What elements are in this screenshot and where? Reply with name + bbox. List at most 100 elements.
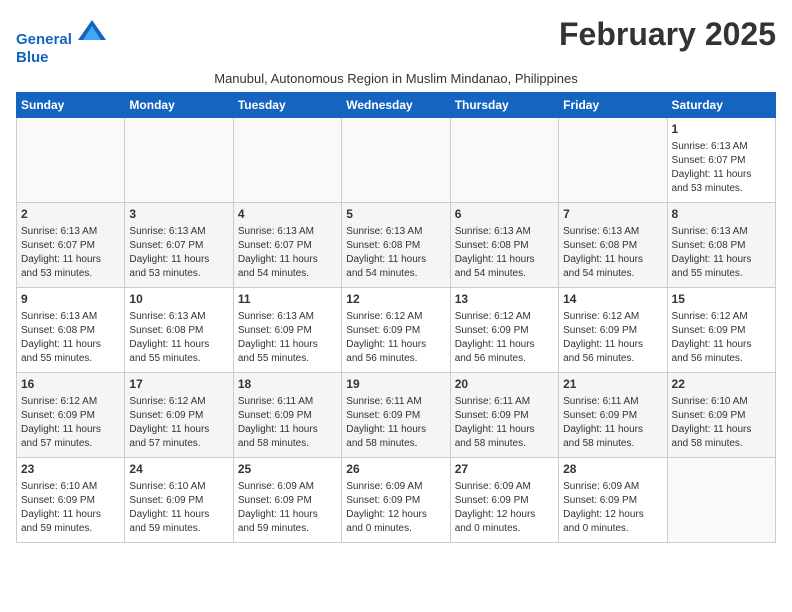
week-row-2: 2Sunrise: 6:13 AMSunset: 6:07 PMDaylight… xyxy=(17,203,776,288)
day-info: Sunrise: 6:13 AM xyxy=(672,225,771,239)
calendar-cell xyxy=(667,458,775,543)
day-info: Daylight: 12 hours xyxy=(455,508,554,522)
day-info: Sunrise: 6:13 AM xyxy=(21,225,120,239)
day-number: 14 xyxy=(563,291,662,308)
day-info: Sunrise: 6:13 AM xyxy=(672,140,771,154)
logo-text2: Blue xyxy=(16,49,106,67)
calendar-cell: 22Sunrise: 6:10 AMSunset: 6:09 PMDayligh… xyxy=(667,373,775,458)
logo: General Blue xyxy=(16,16,106,67)
week-row-4: 16Sunrise: 6:12 AMSunset: 6:09 PMDayligh… xyxy=(17,373,776,458)
day-number: 18 xyxy=(238,376,337,393)
day-info: Sunset: 6:08 PM xyxy=(346,239,445,253)
day-info: and 58 minutes. xyxy=(346,437,445,451)
day-info: and 0 minutes. xyxy=(455,522,554,536)
day-info: Sunrise: 6:09 AM xyxy=(455,480,554,494)
day-info: and 55 minutes. xyxy=(672,267,771,281)
calendar-cell: 14Sunrise: 6:12 AMSunset: 6:09 PMDayligh… xyxy=(559,288,667,373)
day-info: Sunset: 6:09 PM xyxy=(346,324,445,338)
day-info: Sunrise: 6:13 AM xyxy=(21,310,120,324)
calendar-cell: 15Sunrise: 6:12 AMSunset: 6:09 PMDayligh… xyxy=(667,288,775,373)
calendar-cell xyxy=(559,118,667,203)
day-number: 6 xyxy=(455,206,554,223)
day-info: Daylight: 11 hours xyxy=(672,423,771,437)
day-number: 12 xyxy=(346,291,445,308)
day-info: Sunset: 6:09 PM xyxy=(346,494,445,508)
days-of-week-row: SundayMondayTuesdayWednesdayThursdayFrid… xyxy=(17,93,776,118)
calendar-cell: 11Sunrise: 6:13 AMSunset: 6:09 PMDayligh… xyxy=(233,288,341,373)
day-info: Sunrise: 6:09 AM xyxy=(346,480,445,494)
day-info: Daylight: 11 hours xyxy=(129,338,228,352)
month-title: February 2025 xyxy=(559,16,776,53)
day-info: Daylight: 11 hours xyxy=(21,423,120,437)
dow-header-thursday: Thursday xyxy=(450,93,558,118)
dow-header-wednesday: Wednesday xyxy=(342,93,450,118)
day-info: Daylight: 11 hours xyxy=(455,253,554,267)
day-number: 3 xyxy=(129,206,228,223)
day-number: 22 xyxy=(672,376,771,393)
day-info: Sunset: 6:09 PM xyxy=(238,409,337,423)
day-info: Sunrise: 6:10 AM xyxy=(129,480,228,494)
day-info: Sunrise: 6:13 AM xyxy=(346,225,445,239)
day-info: Sunset: 6:09 PM xyxy=(672,409,771,423)
day-info: Sunset: 6:09 PM xyxy=(672,324,771,338)
day-info: Sunset: 6:08 PM xyxy=(455,239,554,253)
calendar-cell: 27Sunrise: 6:09 AMSunset: 6:09 PMDayligh… xyxy=(450,458,558,543)
week-row-1: 1Sunrise: 6:13 AMSunset: 6:07 PMDaylight… xyxy=(17,118,776,203)
day-number: 4 xyxy=(238,206,337,223)
calendar-cell: 26 Sunrise: 6:09 AMSunset: 6:09 PMDayligh… xyxy=(342,458,450,543)
day-info: and 0 minutes. xyxy=(563,522,662,536)
day-info: Daylight: 11 hours xyxy=(129,253,228,267)
day-number: 11 xyxy=(238,291,337,308)
day-info: Sunset: 6:09 PM xyxy=(455,494,554,508)
day-info: Sunset: 6:07 PM xyxy=(129,239,228,253)
week-row-3: 9Sunrise: 6:13 AMSunset: 6:08 PMDaylight… xyxy=(17,288,776,373)
day-info: Sunrise: 6:09 AM xyxy=(238,480,337,494)
day-number: 17 xyxy=(129,376,228,393)
day-info: Sunset: 6:09 PM xyxy=(455,324,554,338)
day-info: Daylight: 11 hours xyxy=(238,508,337,522)
day-info: Daylight: 11 hours xyxy=(238,253,337,267)
calendar-cell: 10Sunrise: 6:13 AMSunset: 6:08 PMDayligh… xyxy=(125,288,233,373)
day-info: Sunrise: 6:13 AM xyxy=(238,225,337,239)
calendar-cell: 25Sunrise: 6:09 AMSunset: 6:09 PMDayligh… xyxy=(233,458,341,543)
calendar-cell xyxy=(450,118,558,203)
day-number: 23 xyxy=(21,461,120,478)
calendar-cell: 13Sunrise: 6:12 AMSunset: 6:09 PMDayligh… xyxy=(450,288,558,373)
calendar-cell: 18Sunrise: 6:11 AMSunset: 6:09 PMDayligh… xyxy=(233,373,341,458)
day-info: Sunrise: 6:12 AM xyxy=(563,310,662,324)
day-number: 10 xyxy=(129,291,228,308)
day-info: and 58 minutes. xyxy=(672,437,771,451)
calendar-cell: 4Sunrise: 6:13 AMSunset: 6:07 PMDaylight… xyxy=(233,203,341,288)
day-info: and 58 minutes. xyxy=(238,437,337,451)
day-info: Daylight: 11 hours xyxy=(238,423,337,437)
calendar-cell: 23Sunrise: 6:10 AMSunset: 6:09 PMDayligh… xyxy=(17,458,125,543)
day-number: 19 xyxy=(346,376,445,393)
day-info: and 53 minutes. xyxy=(21,267,120,281)
day-info: and 53 minutes. xyxy=(129,267,228,281)
calendar-cell: 8Sunrise: 6:13 AMSunset: 6:08 PMDaylight… xyxy=(667,203,775,288)
day-info: Daylight: 12 hours xyxy=(346,508,445,522)
day-number: 2 xyxy=(21,206,120,223)
day-number: 26 xyxy=(346,461,445,478)
day-info: and 54 minutes. xyxy=(346,267,445,281)
day-info: Daylight: 11 hours xyxy=(129,423,228,437)
day-info: Sunrise: 6:12 AM xyxy=(21,395,120,409)
day-info: Daylight: 11 hours xyxy=(346,423,445,437)
day-info: Sunset: 6:08 PM xyxy=(129,324,228,338)
day-info: and 59 minutes. xyxy=(238,522,337,536)
day-info: Daylight: 12 hours xyxy=(563,508,662,522)
day-info: and 55 minutes. xyxy=(129,352,228,366)
day-number: 25 xyxy=(238,461,337,478)
day-info: Daylight: 11 hours xyxy=(21,338,120,352)
day-info: Sunset: 6:08 PM xyxy=(21,324,120,338)
calendar-cell xyxy=(17,118,125,203)
day-info: and 55 minutes. xyxy=(21,352,120,366)
calendar-table: SundayMondayTuesdayWednesdayThursdayFrid… xyxy=(16,92,776,543)
day-info: Sunset: 6:09 PM xyxy=(21,494,120,508)
day-info: and 54 minutes. xyxy=(563,267,662,281)
day-number: 5 xyxy=(346,206,445,223)
calendar-cell: 24Sunrise: 6:10 AMSunset: 6:09 PMDayligh… xyxy=(125,458,233,543)
day-info: Sunset: 6:09 PM xyxy=(238,324,337,338)
subtitle: Manubul, Autonomous Region in Muslim Min… xyxy=(16,71,776,86)
day-info: Daylight: 11 hours xyxy=(563,423,662,437)
